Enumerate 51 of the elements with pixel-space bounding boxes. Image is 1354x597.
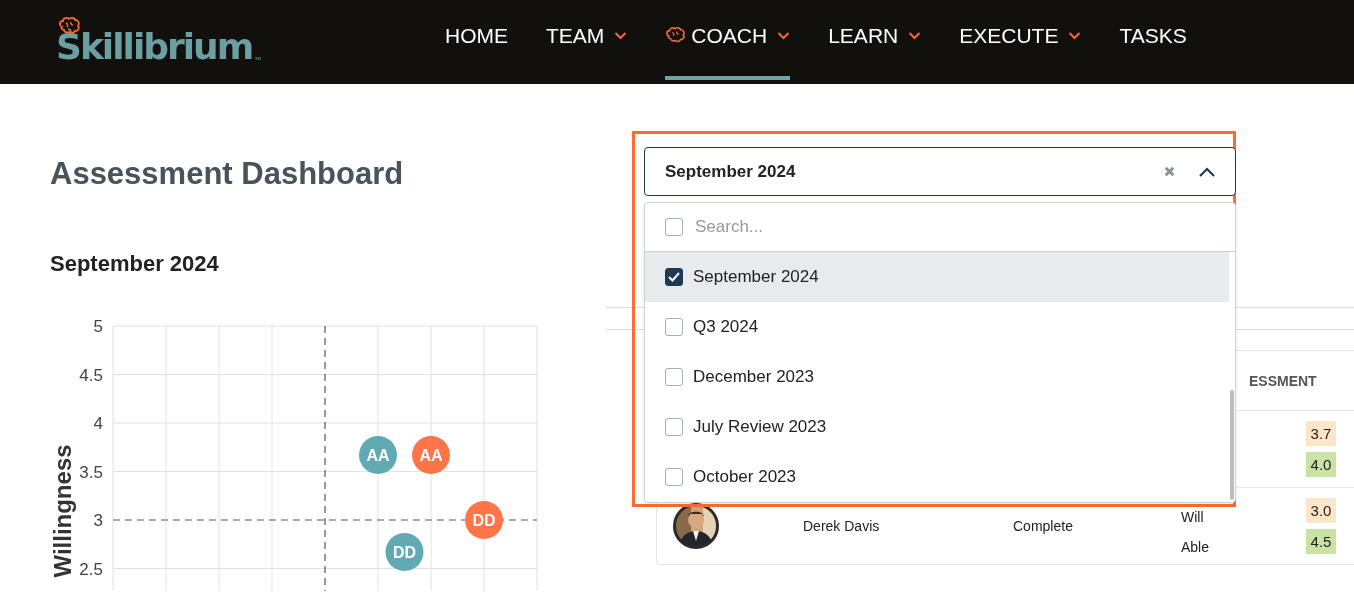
- score-badge: 3.0: [1306, 498, 1336, 523]
- dropdown-option[interactable]: July Review 2023: [645, 402, 1229, 452]
- checkbox[interactable]: [665, 218, 683, 236]
- caret-icon: [1068, 32, 1082, 40]
- checkbox[interactable]: [665, 468, 683, 486]
- option-label: October 2023: [693, 467, 796, 487]
- option-label: December 2023: [693, 367, 814, 387]
- caret-icon: [614, 32, 628, 40]
- dropdown-option[interactable]: December 2023: [645, 352, 1229, 402]
- axis-tick-label: 2.5: [79, 559, 103, 579]
- score-label: Will: [1181, 509, 1205, 525]
- nav-link[interactable]: EXECUTE: [940, 0, 1101, 80]
- checkbox[interactable]: [665, 318, 683, 336]
- checkbox[interactable]: [665, 268, 683, 286]
- scrollbar[interactable]: [1230, 390, 1234, 500]
- nav-link[interactable]: TASKS: [1100, 0, 1206, 80]
- axis-tick-label: 5: [93, 317, 103, 336]
- option-label: July Review 2023: [693, 417, 827, 437]
- score-badge: 3.7: [1306, 421, 1336, 446]
- caret-icon: [908, 32, 922, 40]
- option-label: September 2024: [693, 267, 819, 287]
- score-badge: 4.5: [1306, 529, 1336, 554]
- column-header: ESSMENT: [1249, 372, 1317, 389]
- axis-tick-label: 4: [93, 414, 103, 433]
- score-badge: 4.0: [1306, 452, 1336, 477]
- checkbox[interactable]: [665, 418, 683, 436]
- checkbox[interactable]: [665, 368, 683, 386]
- nav-link[interactable]: TEAM: [527, 0, 647, 80]
- chart-title: September 2024: [50, 251, 220, 277]
- chevron-icon: [1199, 166, 1215, 177]
- nav-link[interactable]: LEARN: [809, 0, 941, 80]
- page-title: Assessment Dashboard: [50, 156, 405, 192]
- axis-tick-label: 4.5: [79, 365, 103, 385]
- axis-tick-label: 3: [93, 511, 103, 530]
- table-cell: Derek Davis: [803, 518, 880, 534]
- search-field[interactable]: Search...: [693, 216, 1235, 238]
- axis-tick-label: 3.5: [79, 462, 103, 482]
- dropdown-option[interactable]: October 2023: [645, 452, 1229, 502]
- caret-icon: [777, 32, 791, 40]
- clear-icon[interactable]: [1164, 166, 1175, 177]
- nav-link[interactable]: COACH: [665, 0, 791, 80]
- brain-icon: [665, 27, 688, 45]
- brand-logo[interactable]: Skillibrium: [56, 27, 253, 67]
- period-select[interactable]: September 2024: [644, 147, 1236, 196]
- axis-title: Willingness: [50, 444, 76, 578]
- dropdown-option[interactable]: Q3 2024: [645, 302, 1229, 352]
- option-label: Q3 2024: [693, 317, 759, 337]
- table-cell: Complete: [1013, 518, 1073, 534]
- nav-link[interactable]: HOME: [426, 0, 527, 80]
- dropdown-option[interactable]: September 2024: [645, 252, 1229, 302]
- score-label: Able: [1181, 539, 1211, 555]
